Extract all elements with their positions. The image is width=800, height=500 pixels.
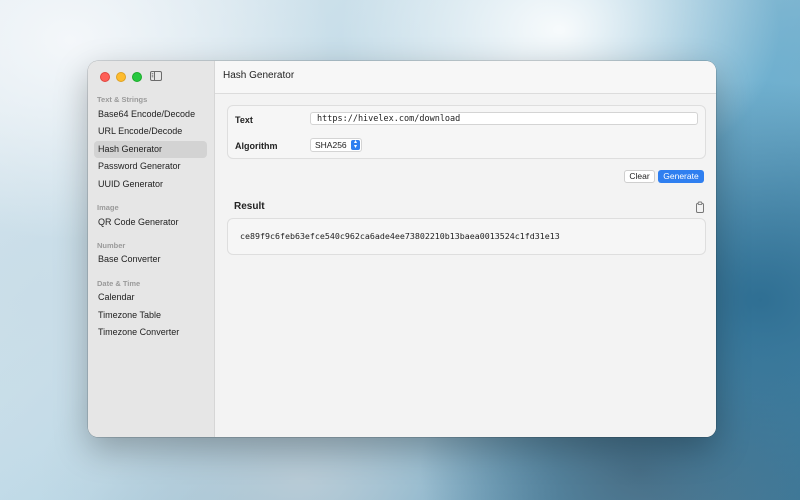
sidebar-item-timezone-table[interactable]: Timezone Table [94, 307, 207, 324]
sidebar-item-qr-code[interactable]: QR Code Generator [94, 214, 207, 231]
section-title-text-strings: Text & Strings [97, 95, 148, 104]
window-controls [100, 72, 142, 82]
text-input[interactable]: https://hivelex.com/download [310, 112, 698, 125]
sidebar-item-calendar[interactable]: Calendar [94, 289, 207, 306]
sidebar-item-hash-generator[interactable]: Hash Generator [94, 141, 207, 158]
generate-button[interactable]: Generate [658, 170, 704, 183]
section-title-image: Image [97, 203, 119, 212]
algorithm-label: Algorithm [235, 141, 278, 151]
hash-result[interactable]: ce89f9c6feb63efce540c962ca6ade4ee7380221… [240, 231, 560, 241]
sidebar-item-timezone-converter[interactable]: Timezone Converter [94, 324, 207, 341]
sidebar: Text & Strings Base64 Encode/Decode URL … [88, 61, 215, 437]
copy-icon[interactable] [695, 201, 705, 213]
result-label: Result [234, 201, 265, 212]
sidebar-item-uuid-generator[interactable]: UUID Generator [94, 176, 207, 193]
close-button[interactable] [100, 72, 110, 82]
main-content: Hash Generator Text https://hivelex.com/… [215, 61, 716, 437]
app-window: Text & Strings Base64 Encode/Decode URL … [88, 61, 716, 437]
sidebar-item-base-converter[interactable]: Base Converter [94, 251, 207, 268]
algorithm-select[interactable]: SHA256 ▴ ▾ [310, 138, 362, 152]
minimize-button[interactable] [116, 72, 126, 82]
chevron-up-down-icon: ▴ ▾ [351, 139, 360, 150]
section-title-date-time: Date & Time [97, 279, 141, 288]
input-form: Text https://hivelex.com/download Algori… [227, 105, 706, 159]
section-title-number: Number [97, 241, 126, 250]
page-title: Hash Generator [223, 70, 295, 81]
sidebar-toggle-icon[interactable] [150, 71, 162, 81]
sidebar-item-password-generator[interactable]: Password Generator [94, 158, 207, 175]
sidebar-item-url-encode[interactable]: URL Encode/Decode [94, 123, 207, 140]
result-box: ce89f9c6feb63efce540c962ca6ade4ee7380221… [227, 218, 706, 255]
zoom-button[interactable] [132, 72, 142, 82]
clear-button[interactable]: Clear [624, 170, 655, 183]
algorithm-value: SHA256 [315, 140, 347, 150]
titlebar: Hash Generator [215, 61, 716, 94]
text-label: Text [235, 115, 253, 125]
sidebar-item-base64[interactable]: Base64 Encode/Decode [94, 106, 207, 123]
